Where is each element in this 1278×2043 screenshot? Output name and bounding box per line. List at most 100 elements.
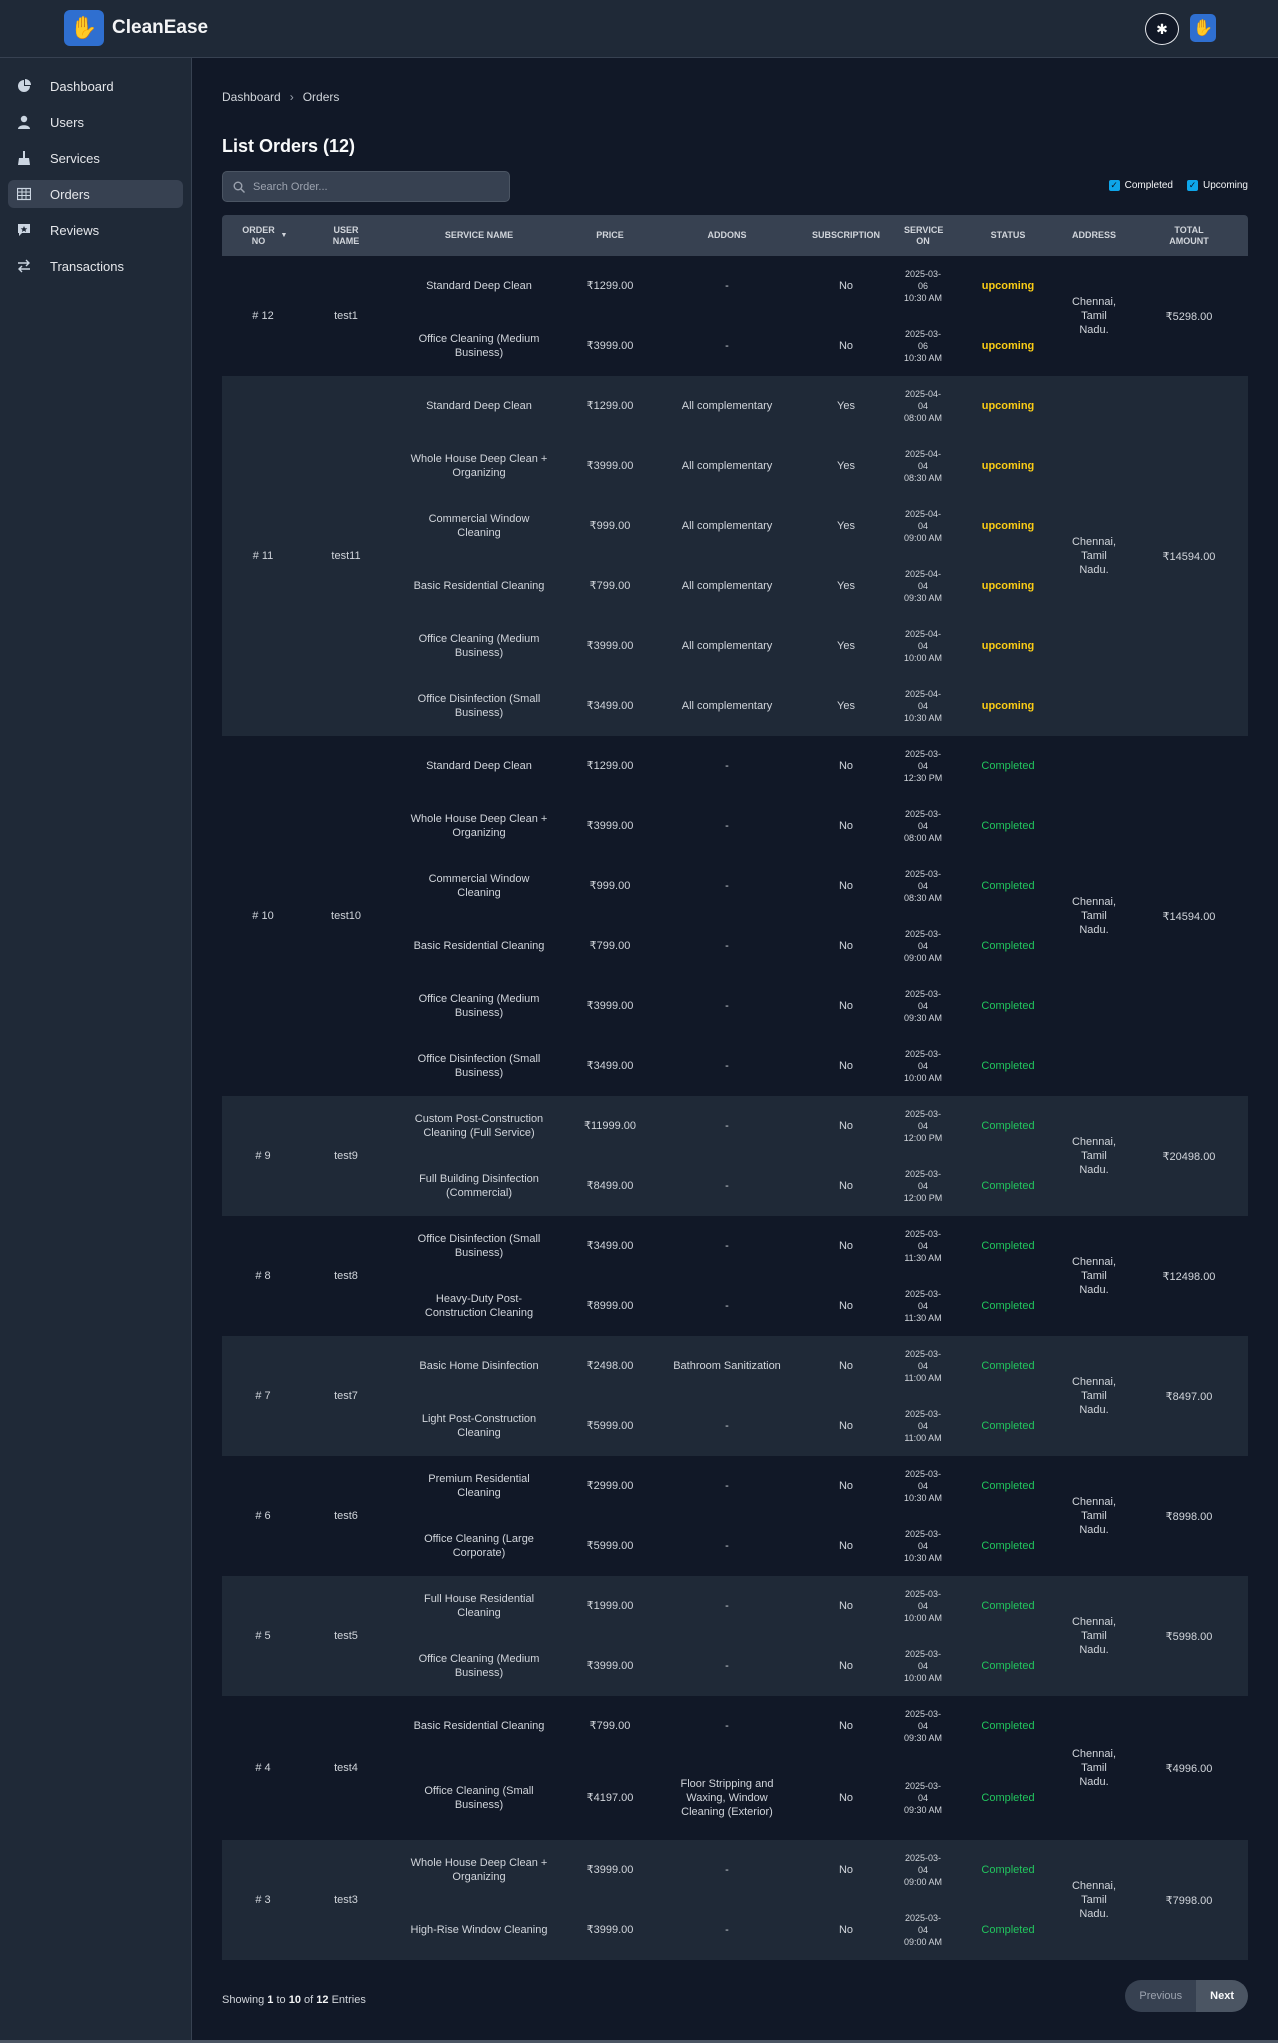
date-line: 12:00 PM <box>903 1133 943 1143</box>
column-header-total-amount: TOTAL AMOUNT <box>1169 224 1209 246</box>
date-line: 04 <box>917 1661 928 1671</box>
column-header-label: ORDER NO <box>242 224 275 246</box>
address: Chennai, Tamil Nadu. <box>1071 1136 1117 1176</box>
price-column: ₹1299.00 ₹3999.00 ₹999.00 ₹799.00 ₹3999.00 ₹3… <box>570 736 650 1096</box>
filter-upcoming[interactable]: ✓ Upcoming <box>1186 180 1248 191</box>
sub-cell: 2025-03- 04 09:00 AM <box>888 1840 958 1900</box>
addons-column: -- <box>650 1456 804 1576</box>
sub-cell: ₹1299.00 <box>570 376 650 436</box>
column-header-order-no[interactable]: ORDER NO ▼ <box>222 225 304 247</box>
date-line: 09:00 AM <box>903 533 943 543</box>
sub-cell: ₹3999.00 <box>570 1900 650 1960</box>
date-line: 04 <box>917 1601 928 1611</box>
status-badge: Completed <box>981 1180 1035 1192</box>
status-badge-column: Completed Completed Completed Completed Comp… <box>958 736 1058 1096</box>
sub-cell: 2025-04- 04 09:30 AM <box>888 556 958 616</box>
sub-cell: All complementary <box>650 496 804 556</box>
sub-cell: 2025-03- 04 10:00 AM <box>888 1576 958 1636</box>
sub-cell: Office Disinfection (Small Business) <box>388 1036 570 1096</box>
date-line: 08:00 AM <box>903 413 943 423</box>
sub-cell: Completed <box>958 1840 1058 1900</box>
date-line: 04 <box>917 641 928 651</box>
price: ₹8499.00 <box>586 1180 634 1192</box>
price: ₹3999.00 <box>586 1660 634 1672</box>
order-number: # 9 <box>255 1150 271 1162</box>
sub-cell: Yes <box>804 376 888 436</box>
service-name-column: Basic Residential Cleaning Office Cleanin… <box>388 1696 570 1840</box>
service-date-column: 2025-03- 04 10:00 AM 2025-03- 04 10:00 AM <box>888 1576 958 1696</box>
breadcrumb-dashboard-link[interactable]: Dashboard <box>222 90 281 104</box>
user-name: test9 <box>334 1150 358 1162</box>
subscription: No <box>838 1360 854 1372</box>
service-date: 2025-03- 04 10:30 AM <box>904 1528 942 1564</box>
review-icon <box>16 222 32 238</box>
sub-cell: Bathroom Sanitization <box>650 1336 804 1396</box>
date-line: 04 <box>917 881 928 891</box>
service-name-column: Office Disinfection (Small Business) Heav… <box>388 1216 570 1336</box>
orders-table: ORDER NO ▼ USER NAME SERVICE NAME PRICE … <box>222 215 1248 1960</box>
addons: All complementary <box>681 400 773 412</box>
sub-cell: ₹3999.00 <box>570 616 650 676</box>
sub-cell: Full House Residential Cleaning <box>388 1576 570 1636</box>
pagination-from: 1 <box>267 1994 274 2006</box>
addons: - <box>725 280 729 292</box>
status-badge: Completed <box>981 880 1035 892</box>
service-date-column: 2025-03- 04 12:00 PM 2025-03- 04 12:00 PM <box>888 1096 958 1216</box>
checkbox-checked-icon[interactable]: ✓ <box>1186 180 1198 191</box>
sub-cell: Completed <box>958 1336 1058 1396</box>
subscription-column: No No <box>804 1840 888 1960</box>
date-line: 10:00 AM <box>903 1673 943 1683</box>
sub-cell: Whole House Deep Clean + Organizing <box>388 1840 570 1900</box>
sidebar-item-users[interactable]: Users <box>8 108 183 136</box>
service-date-column: 2025-03- 04 12:30 PM 2025-03- 04 08:00 AM 2025… <box>888 736 958 1096</box>
status-badge-column: Completed Completed <box>958 1576 1058 1696</box>
sub-cell: Commercial Window Cleaning <box>388 856 570 916</box>
addons: - <box>725 1420 729 1432</box>
sub-cell: ₹3499.00 <box>570 676 650 736</box>
date-line: 2025-03- <box>904 1229 941 1239</box>
sub-cell: All complementary <box>650 376 804 436</box>
sub-cell: 2025-04- 04 09:00 AM <box>888 496 958 556</box>
sub-cell: ₹3999.00 <box>570 976 650 1036</box>
status-badge: Completed <box>981 1240 1035 1252</box>
sidebar-item-reviews[interactable]: Reviews <box>8 216 183 244</box>
date-line: 04 <box>917 761 928 771</box>
sub-cell: No <box>804 916 888 976</box>
date-line: 2025-04- <box>904 689 942 699</box>
price: ₹2498.00 <box>586 1360 634 1372</box>
date-line: 08:00 AM <box>903 833 943 843</box>
search-input[interactable] <box>253 180 493 193</box>
next-page-button[interactable]: Next <box>1196 1980 1248 2012</box>
sidebar-item-transactions[interactable]: Transactions <box>8 252 183 280</box>
sub-cell: No <box>804 1840 888 1900</box>
date-line: 04 <box>917 1001 928 1011</box>
sub-cell: 2025-03- 04 10:30 AM <box>888 1456 958 1516</box>
sub-cell: No <box>804 1396 888 1456</box>
subscription-column: No No <box>804 1336 888 1456</box>
service-name: Basic Residential Cleaning <box>413 1720 545 1732</box>
sidebar-item-orders[interactable]: Orders <box>8 180 183 208</box>
sidebar-item-services[interactable]: Services <box>8 144 183 172</box>
sub-cell: No <box>804 316 888 376</box>
table-body: # 12 test1 Standard Deep Clean Office Clean… <box>222 256 1248 1960</box>
addons: - <box>725 1240 729 1252</box>
app-logo[interactable]: ✋ CleanEase <box>64 10 208 46</box>
service-date: 2025-03- 04 11:00 AM <box>904 1408 941 1444</box>
sub-cell: Basic Residential Cleaning <box>388 1696 570 1756</box>
subscription: No <box>838 1792 854 1804</box>
order-number: # 8 <box>255 1270 271 1282</box>
avatar[interactable]: ✋ <box>1190 14 1216 42</box>
date-line: 2025-04- <box>904 569 942 579</box>
sub-cell: Standard Deep Clean <box>388 256 570 316</box>
date-line: 08:30 AM <box>903 893 943 903</box>
date-line: 2025-03- <box>904 269 942 279</box>
filter-completed[interactable]: ✓ Completed <box>1108 180 1173 191</box>
checkbox-checked-icon[interactable]: ✓ <box>1108 180 1120 191</box>
service-date: 2025-03- 04 09:00 AM <box>904 1912 942 1948</box>
previous-page-button[interactable]: Previous <box>1125 1980 1197 2012</box>
sidebar-item-dashboard[interactable]: Dashboard <box>8 72 183 100</box>
sub-cell: Premium Residential Cleaning <box>388 1456 570 1516</box>
addons-column: -- <box>650 1096 804 1216</box>
theme-toggle-button[interactable]: ✱ <box>1145 13 1179 45</box>
search-box[interactable] <box>222 171 510 202</box>
